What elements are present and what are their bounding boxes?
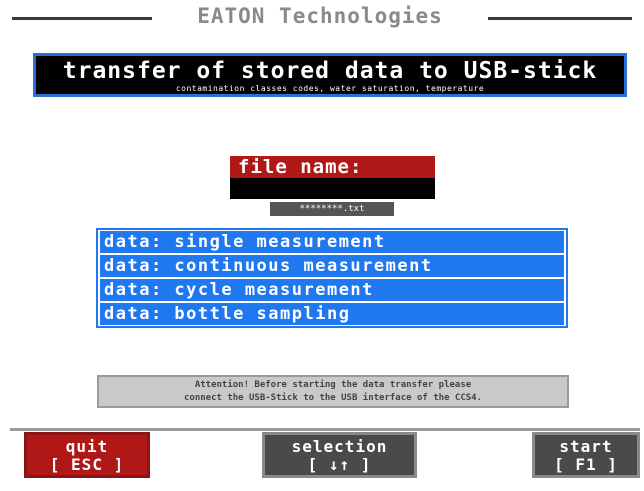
file-name-label: file name: (230, 156, 435, 178)
menu-item-single-measurement[interactable]: data: single measurement (100, 231, 564, 253)
quit-button[interactable]: quit [ ESC ] (24, 432, 150, 478)
screen-title: transfer of stored data to USB-stick (62, 58, 598, 84)
header-rule-right (488, 17, 632, 20)
selection-button[interactable]: selection [ ↓↑ ] (262, 432, 417, 478)
selection-label: selection (291, 437, 388, 456)
header-rule-left (12, 17, 152, 20)
start-key-hint: [ F1 ] (554, 455, 618, 474)
screen-banner: transfer of stored data to USB-stick con… (33, 53, 627, 97)
menu-item-bottle-sampling[interactable]: data: bottle sampling (100, 303, 564, 325)
screen-subtitle: contamination classes codes, water satur… (175, 84, 485, 93)
selection-key-hint: [ ↓↑ ] (307, 455, 372, 474)
quit-label: quit (65, 437, 109, 456)
menu-item-cycle-measurement[interactable]: data: cycle measurement (100, 279, 564, 301)
data-type-menu: data: single measurement data: continuou… (96, 228, 568, 328)
footer-divider (10, 428, 640, 431)
app-title: EATON Technologies (197, 4, 443, 28)
start-button[interactable]: start [ F1 ] (532, 432, 640, 478)
notice-line-2: connect the USB-Stick to the USB interfa… (183, 393, 482, 403)
quit-key-hint: [ ESC ] (49, 455, 125, 474)
menu-item-continuous-measurement[interactable]: data: continuous measurement (100, 255, 564, 277)
attention-notice: Attention! Before starting the data tran… (97, 375, 569, 408)
notice-line-1: Attention! Before starting the data tran… (194, 380, 472, 390)
start-label: start (559, 437, 613, 456)
file-name-format-hint: ********.txt (270, 202, 394, 216)
file-name-input[interactable] (230, 178, 435, 199)
